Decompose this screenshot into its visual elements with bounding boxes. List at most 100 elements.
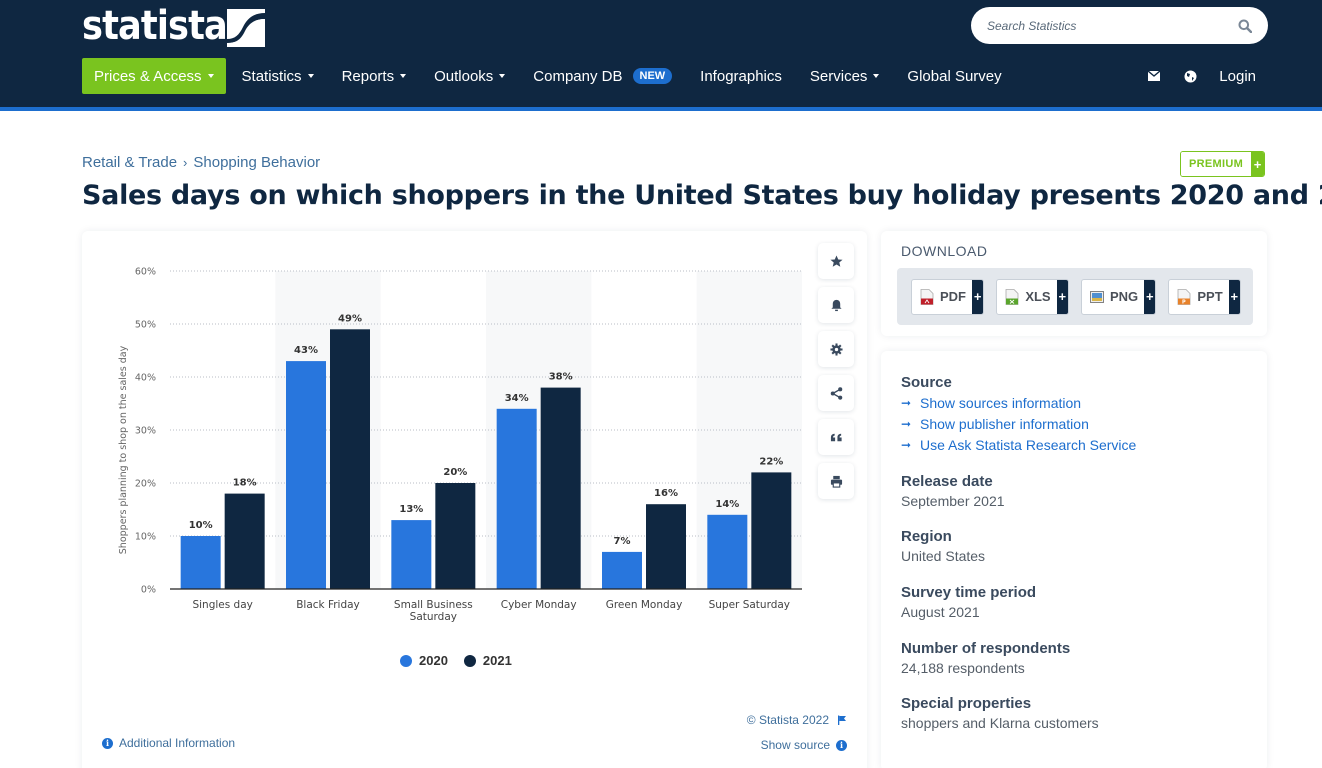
- data-label: 38%: [549, 372, 573, 383]
- download-png-button[interactable]: PNG +: [1080, 278, 1157, 315]
- download-png-main[interactable]: PNG: [1082, 280, 1144, 314]
- main-nav: Prices & Access Statistics Reports Outlo…: [82, 58, 1030, 94]
- info-icon: i: [102, 737, 113, 749]
- logo-text: statista: [82, 3, 228, 49]
- plus-icon[interactable]: +: [972, 279, 984, 314]
- page-title: Sales days on which shoppers in the Unit…: [82, 180, 1322, 211]
- download-pdf-main[interactable]: PDF: [912, 280, 972, 314]
- share-icon: [830, 386, 842, 400]
- ppt-file-icon: P: [1177, 288, 1191, 305]
- gear-icon: [829, 342, 843, 356]
- notification-button[interactable]: [818, 287, 854, 323]
- chart-legend: 2020 2021: [400, 653, 528, 668]
- download-ppt-main[interactable]: P PPT: [1169, 280, 1228, 314]
- search-input[interactable]: [987, 18, 1238, 33]
- breadcrumb-shopping-behavior[interactable]: Shopping Behavior: [193, 154, 320, 171]
- copyright-text[interactable]: © Statista 2022: [747, 713, 829, 727]
- format-label: XLS: [1025, 289, 1051, 304]
- flag-icon[interactable]: [837, 715, 847, 725]
- copyright-line: © Statista 2022: [747, 713, 847, 727]
- download-ppt-button[interactable]: P PPT +: [1168, 278, 1241, 315]
- login-link[interactable]: Login: [1219, 68, 1256, 85]
- quote-icon: [830, 433, 842, 441]
- y-tick-label: 60%: [135, 267, 156, 278]
- download-xls-main[interactable]: XLS: [997, 280, 1056, 314]
- bar-2020: [391, 520, 432, 589]
- nav-statistics[interactable]: Statistics: [242, 58, 314, 94]
- nav-right: Login: [1147, 58, 1256, 94]
- link-label: Show publisher information: [920, 416, 1089, 432]
- download-buttons: PDF + XLS + PNG + P PPT +: [897, 268, 1253, 325]
- caret-down-icon: [400, 74, 407, 78]
- download-card: DOWNLOAD PDF + XLS + PNG + P PPT +: [881, 231, 1267, 336]
- region-label: Region: [901, 528, 952, 545]
- nav-label: Statistics: [241, 67, 302, 85]
- breadcrumb-retail-trade[interactable]: Retail & Trade: [82, 154, 177, 171]
- chart-tools: [818, 243, 854, 507]
- cite-button[interactable]: [818, 419, 854, 455]
- bar-2021: [330, 329, 370, 589]
- settings-button[interactable]: [818, 331, 854, 367]
- show-sources-link[interactable]: ➞ Show sources information: [901, 394, 1136, 412]
- statista-logo[interactable]: statista: [82, 3, 265, 49]
- search-box[interactable]: [971, 7, 1268, 44]
- xls-file-icon: [1005, 288, 1019, 305]
- nav-label: Services: [809, 67, 868, 85]
- nav-prices-access[interactable]: Prices & Access: [82, 58, 226, 94]
- additional-information-label: Additional Information: [119, 736, 236, 750]
- bar-2021: [540, 387, 581, 589]
- caret-down-icon: [207, 74, 214, 78]
- download-xls-button[interactable]: XLS +: [996, 278, 1069, 315]
- premium-badge[interactable]: PREMIUM +: [1180, 151, 1266, 177]
- logo-mark-icon: [227, 9, 265, 47]
- arrow-right-icon: ➞: [901, 396, 912, 410]
- globe-icon[interactable]: [1183, 69, 1197, 83]
- bar-2020: [286, 361, 326, 589]
- nav-services[interactable]: Services: [810, 58, 880, 94]
- survey-period-section: Survey time period August 2021: [901, 584, 1036, 620]
- legend-item-2021[interactable]: 2021: [463, 653, 512, 668]
- breadcrumb-separator: ›: [183, 155, 188, 170]
- nav-outlooks[interactable]: Outlooks: [434, 58, 506, 94]
- special-properties-label: Special properties: [901, 695, 1032, 712]
- svg-text:P: P: [1182, 299, 1186, 305]
- release-date-label: Release date: [901, 473, 993, 490]
- nav-global-survey[interactable]: Global Survey: [907, 58, 1001, 94]
- data-label: 49%: [338, 313, 362, 324]
- nav-infographics[interactable]: Infographics: [700, 58, 782, 94]
- legend-item-2020[interactable]: 2020: [400, 653, 448, 668]
- data-label: 34%: [505, 393, 529, 404]
- nav-company-db[interactable]: Company DB NEW: [533, 58, 673, 94]
- download-pdf-button[interactable]: PDF +: [911, 278, 985, 315]
- chart-card: 0% 10% 20% 30% 40% 50% 60% Shoppers planning to…: [82, 231, 867, 768]
- x-tick-label: Cyber Monday: [501, 599, 577, 611]
- y-tick-label: 0%: [141, 585, 156, 596]
- show-source-link[interactable]: Show source i: [761, 738, 847, 752]
- respondents-value: 24,188 respondents: [901, 660, 1025, 676]
- plus-icon[interactable]: +: [1144, 279, 1156, 314]
- region-section: Region United States: [901, 528, 985, 564]
- share-button[interactable]: [818, 375, 854, 411]
- x-tick-label: Black Friday: [296, 599, 360, 611]
- caret-down-icon: [307, 74, 314, 78]
- plus-icon[interactable]: +: [1056, 279, 1068, 314]
- link-label: Use Ask Statista Research Service: [920, 437, 1137, 453]
- show-publisher-link[interactable]: ➞ Show publisher information: [901, 415, 1136, 433]
- y-tick-label: 50%: [135, 320, 156, 331]
- format-label: PPT: [1197, 289, 1223, 304]
- nav-label: Company DB: [533, 67, 623, 85]
- envelope-icon[interactable]: [1147, 69, 1161, 83]
- plus-icon[interactable]: +: [1228, 279, 1240, 314]
- print-button[interactable]: [818, 463, 854, 499]
- print-icon: [830, 475, 842, 488]
- favorite-button[interactable]: [818, 243, 854, 279]
- additional-information-link[interactable]: i Additional Information: [102, 736, 235, 750]
- y-tick-label: 10%: [135, 532, 156, 543]
- x-tick-label: Singles day: [192, 599, 252, 611]
- arrow-right-icon: ➞: [901, 417, 912, 431]
- search-icon[interactable]: [1238, 19, 1252, 33]
- caret-down-icon: [499, 74, 506, 78]
- nav-reports[interactable]: Reports: [342, 58, 407, 94]
- ask-statista-link[interactable]: ➞ Use Ask Statista Research Service: [901, 436, 1136, 454]
- info-icon: i: [836, 739, 847, 751]
